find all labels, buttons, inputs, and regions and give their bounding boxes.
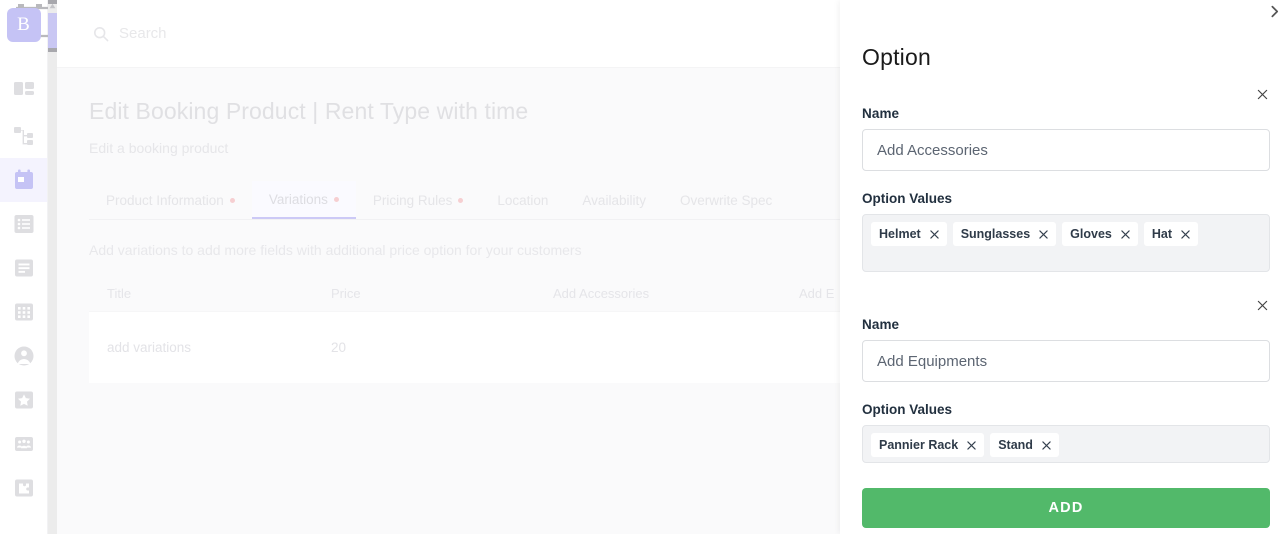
option-1-name-value: Add Accessories bbox=[877, 141, 988, 159]
option-2-name-value: Add Equipments bbox=[877, 352, 988, 370]
sidebar-item-sitemap[interactable] bbox=[0, 114, 47, 158]
chip-label: Hat bbox=[1151, 227, 1173, 241]
document-icon bbox=[14, 259, 33, 277]
value-chip[interactable]: Stand bbox=[990, 433, 1059, 457]
sidebar-item-list[interactable] bbox=[0, 202, 47, 246]
close-icon bbox=[1042, 440, 1051, 450]
chip-label: Helmet bbox=[879, 227, 921, 241]
value-chip[interactable]: Pannier Rack bbox=[871, 433, 985, 457]
tab-availability[interactable]: Availability bbox=[565, 181, 663, 219]
value-chip[interactable]: Helmet bbox=[871, 222, 947, 246]
calendar-booking-icon bbox=[14, 169, 33, 189]
value-chip[interactable]: Sunglasses bbox=[952, 222, 1057, 246]
chip-label: Gloves bbox=[1070, 227, 1112, 241]
sidebar-item-account[interactable] bbox=[0, 334, 47, 378]
close-icon bbox=[967, 440, 976, 450]
close-icon bbox=[1039, 229, 1048, 239]
cell-price: 20 bbox=[331, 340, 347, 355]
tab-label: Location bbox=[497, 192, 549, 208]
tab-location[interactable]: Location bbox=[480, 181, 565, 219]
remove-option-2-button[interactable] bbox=[1254, 297, 1270, 313]
tab-dot-icon bbox=[458, 197, 464, 203]
cell-title: add variations bbox=[107, 340, 192, 355]
chip-remove-button[interactable] bbox=[1121, 229, 1130, 239]
option-block-2: Name Add Equipments Option Values Pannie… bbox=[862, 300, 1270, 463]
sidebar-item-addons[interactable] bbox=[0, 466, 47, 510]
tab-label: Variations bbox=[268, 191, 328, 207]
close-icon bbox=[930, 229, 939, 239]
tab-dot-icon bbox=[229, 197, 235, 203]
option-2-name-input[interactable]: Add Equipments bbox=[862, 340, 1270, 382]
tab-variations[interactable]: Variations bbox=[251, 181, 356, 219]
sitemap-icon bbox=[13, 127, 33, 145]
app-logo-letter: B bbox=[17, 14, 30, 35]
sidebar-rail: B bbox=[0, 0, 54, 534]
value-chip[interactable]: Hat bbox=[1143, 222, 1199, 246]
table-header-add-accessories: Add Accessories bbox=[553, 286, 650, 301]
tab-pricing-rules[interactable]: Pricing Rules bbox=[356, 181, 481, 219]
chip-remove-button[interactable] bbox=[930, 229, 939, 239]
tab-overwrite-spec[interactable]: Overwrite Spec bbox=[663, 181, 789, 219]
option-1-name-label: Name bbox=[862, 106, 900, 121]
scrollbar-thumb[interactable] bbox=[48, 13, 57, 48]
add-button[interactable]: ADD bbox=[862, 488, 1270, 528]
option-2-values-label: Option Values bbox=[862, 402, 953, 417]
chip-remove-button[interactable] bbox=[967, 440, 976, 450]
tab-dot-icon bbox=[333, 196, 339, 202]
app-logo[interactable]: B bbox=[6, 8, 41, 42]
option-panel: Option Name Add Accessories Option Value… bbox=[840, 0, 1285, 534]
search-field[interactable]: Search bbox=[93, 25, 167, 42]
value-chip[interactable]: Gloves bbox=[1062, 222, 1138, 246]
scrollbar-cap-top bbox=[48, 0, 57, 4]
table-header-price: Price bbox=[331, 286, 361, 301]
users-group-icon bbox=[14, 437, 33, 451]
dashboard-icon bbox=[13, 82, 34, 95]
option-block-1: Name Add Accessories Option Values Helme… bbox=[862, 89, 1270, 272]
list-icon bbox=[14, 215, 33, 233]
close-icon bbox=[1257, 89, 1267, 99]
chip-label: Sunglasses bbox=[960, 227, 1031, 241]
search-icon bbox=[93, 26, 109, 41]
option-1-values-label: Option Values bbox=[862, 191, 953, 206]
sidebar-scrollbar[interactable] bbox=[48, 0, 57, 534]
chip-remove-button[interactable] bbox=[1181, 229, 1190, 239]
option-2-name-label: Name bbox=[862, 317, 900, 332]
option-1-name-input[interactable]: Add Accessories bbox=[862, 129, 1270, 171]
option-1-values-box[interactable]: Helmet Sunglasses Gloves Hat bbox=[862, 214, 1270, 272]
remove-option-1-button[interactable] bbox=[1254, 86, 1270, 102]
sidebar-icon-list bbox=[0, 70, 47, 510]
user-circle-icon bbox=[14, 346, 33, 366]
sidebar-item-customers[interactable] bbox=[0, 422, 47, 466]
sidebar-item-dashboard[interactable] bbox=[0, 70, 47, 114]
sidebar-item-bookings[interactable] bbox=[0, 158, 47, 202]
star-icon bbox=[14, 391, 33, 409]
sidebar-item-grid[interactable] bbox=[0, 290, 47, 334]
close-icon bbox=[1181, 229, 1190, 239]
sidebar-item-document[interactable] bbox=[0, 246, 47, 290]
chip-label: Pannier Rack bbox=[879, 438, 959, 452]
option-2-values-box[interactable]: Pannier Rack Stand bbox=[862, 425, 1270, 463]
tab-label: Pricing Rules bbox=[372, 192, 453, 208]
chip-remove-button[interactable] bbox=[1042, 440, 1051, 450]
panel-collapse-button[interactable] bbox=[1265, 2, 1283, 20]
panel-title: Option bbox=[862, 44, 931, 70]
close-icon bbox=[1257, 300, 1267, 310]
close-icon bbox=[1121, 229, 1130, 239]
grid-icon bbox=[14, 303, 33, 321]
sidebar-item-favorites[interactable] bbox=[0, 378, 47, 422]
scrollbar-cap-bottom bbox=[48, 48, 57, 52]
chevron-right-icon bbox=[1270, 5, 1278, 17]
search-placeholder: Search bbox=[119, 25, 167, 42]
table-header-title: Title bbox=[107, 286, 132, 301]
tab-label: Product Information bbox=[106, 192, 224, 208]
tab-product-information[interactable]: Product Information bbox=[89, 181, 252, 219]
tab-label: Availability bbox=[582, 192, 646, 208]
app-root: B Search Edit Booking Product | Rent Typ… bbox=[0, 0, 1285, 534]
tab-label: Overwrite Spec bbox=[679, 192, 773, 208]
chip-label: Stand bbox=[998, 438, 1033, 452]
puzzle-icon bbox=[14, 479, 33, 497]
chip-remove-button[interactable] bbox=[1039, 229, 1048, 239]
